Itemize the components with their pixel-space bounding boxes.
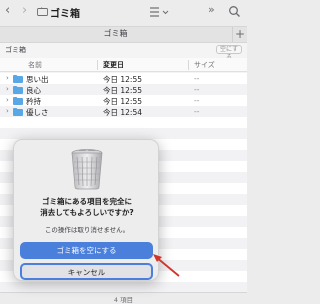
empty-row — [0, 117, 247, 128]
file-size: -- — [194, 96, 200, 105]
dialog-subtext: この操作は取り消せません。 — [44, 226, 130, 234]
table-row[interactable]: › 良心 今日 12:55 -- — [0, 84, 247, 95]
folder-icon — [13, 108, 23, 116]
disclosure-chevron-icon[interactable]: › — [6, 85, 9, 93]
cancel-button[interactable]: キャンセル — [20, 263, 153, 280]
empty-trash-button[interactable]: 空にする — [216, 45, 242, 61]
status-bar: 4 項目 — [0, 292, 247, 304]
empty-trash-confirm-button[interactable]: ゴミ箱を空にする — [20, 242, 153, 259]
folder-icon — [13, 97, 23, 105]
search-icon[interactable] — [228, 5, 241, 18]
column-divider[interactable] — [188, 60, 189, 70]
tab-bar: ゴミ箱 + — [0, 26, 247, 43]
trash-folder-icon — [37, 7, 48, 16]
trash-icon — [71, 149, 103, 190]
chevron-left-icon[interactable]: ‹ — [5, 3, 10, 18]
column-header: 名前 変更日 サイズ — [0, 58, 247, 72]
empty-row — [0, 128, 247, 139]
column-date-header[interactable]: 変更日 — [103, 60, 124, 70]
double-chevron-icon[interactable]: » — [208, 3, 215, 16]
column-divider[interactable] — [97, 60, 98, 70]
path-label: ゴミ箱 — [5, 46, 26, 54]
file-size: -- — [194, 74, 200, 83]
folder-icon — [13, 86, 23, 94]
disclosure-chevron-icon[interactable]: › — [6, 107, 9, 115]
annotation-arrow-icon — [153, 254, 180, 277]
column-name-header[interactable]: 名前 — [28, 60, 42, 70]
item-count: 4 項目 — [113, 296, 134, 304]
disclosure-chevron-icon[interactable]: › — [6, 96, 9, 104]
add-tab-button[interactable]: + — [232, 27, 247, 42]
list-view-icon[interactable] — [148, 6, 172, 18]
column-size-header[interactable]: サイズ — [194, 60, 215, 70]
file-size: -- — [194, 85, 200, 94]
disclosure-chevron-icon[interactable]: › — [6, 74, 9, 82]
table-row[interactable]: › 矜持 今日 12:55 -- — [0, 95, 247, 106]
dialog-message-line2: 消去してもよろしいですか? — [40, 208, 134, 217]
window-title: ゴミ箱 — [50, 9, 80, 20]
path-bar: ゴミ箱 空にする — [0, 43, 247, 61]
folder-icon — [13, 75, 23, 83]
finder-window: ‹ › ゴミ箱 » ゴミ箱 + ゴミ箱 空にする 名前 変更日 サイ — [0, 0, 247, 304]
table-row[interactable]: › 思い出 今日 12:55 -- — [0, 73, 247, 84]
tab-trash[interactable]: ゴミ箱 — [0, 28, 231, 39]
dialog-message: ゴミ箱にある項目を完全に 消去してもよろしいですか? — [20, 196, 154, 218]
empty-trash-dialog: ゴミ箱にある項目を完全に 消去してもよろしいですか? この操作は取り消せません。… — [13, 139, 159, 281]
file-size: -- — [194, 107, 200, 116]
toolbar: ‹ › ゴミ箱 » — [0, 0, 247, 26]
chevron-right-icon[interactable]: › — [22, 3, 27, 18]
dialog-message-line1: ゴミ箱にある項目を完全に — [42, 197, 132, 206]
table-row[interactable]: › 優しさ 今日 12:54 -- — [0, 106, 247, 117]
